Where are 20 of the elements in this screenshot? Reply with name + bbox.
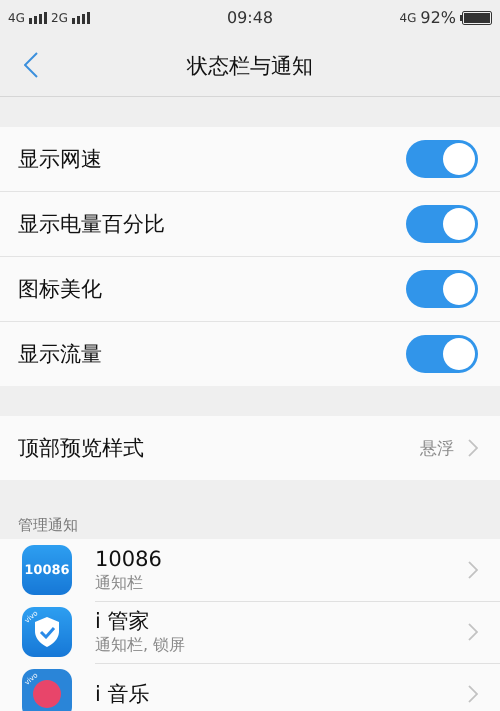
app-detail: 通知栏, 锁屏 [95, 634, 186, 654]
setting-label: 显示网速 [18, 146, 102, 173]
app-name: i 管家 [95, 608, 151, 632]
setting-value: 悬浮 [420, 438, 454, 460]
setting-row[interactable]: 顶部预览样式 悬浮 [0, 416, 500, 480]
app-detail: 通知栏 [95, 572, 144, 592]
clock: 09:48 [226, 8, 274, 27]
network-label: 2G [50, 10, 68, 24]
network-label: 4G [8, 10, 25, 24]
setting-label: 顶部预览样式 [18, 435, 144, 462]
app-name: i 音乐 [95, 682, 150, 706]
section-title: 管理通知 [17, 515, 79, 536]
setting-label: 显示电量百分比 [18, 211, 165, 238]
icon-label: 10086 [24, 562, 70, 578]
network-label: 4G [399, 10, 416, 24]
app-name: 10086 [95, 546, 162, 570]
setting-label: 显示流量 [18, 341, 102, 368]
battery-percent: 92% [420, 8, 456, 27]
page-title: 状态栏与通知 [187, 52, 313, 80]
setting-label: 图标美化 [18, 276, 102, 303]
